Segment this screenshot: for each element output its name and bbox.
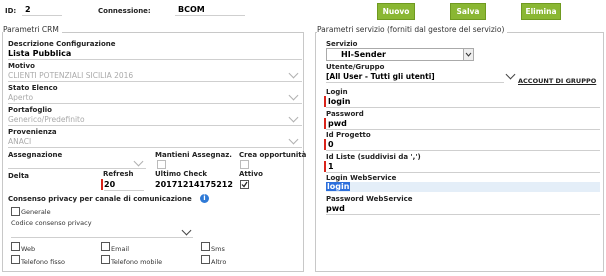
- account-di-gruppo-link[interactable]: ACCOUNT DI GRUPPO: [518, 77, 596, 85]
- caret-down-icon: [465, 52, 472, 57]
- telefono-fisso-checkbox[interactable]: [11, 255, 20, 264]
- chevron-down-icon: [288, 90, 299, 101]
- motivo-select[interactable]: CLIENTI POTENZIALI SICILIA 2016: [8, 68, 302, 82]
- descrizione-value: Lista Pubblica: [8, 49, 72, 58]
- ultimo-check-value: 20171214175212: [155, 180, 233, 189]
- required-marker: [101, 179, 103, 190]
- login-label: Login: [326, 88, 348, 96]
- login-ws-input[interactable]: login: [326, 182, 600, 192]
- attivo-label: Attivo: [239, 170, 263, 178]
- codice-select[interactable]: [11, 225, 193, 238]
- chevron-down-icon: [288, 68, 299, 79]
- servizio-select[interactable]: HI-Sender: [326, 48, 474, 61]
- stato-select[interactable]: Aperto: [8, 90, 302, 104]
- password-ws-label: Password WebService: [326, 195, 413, 203]
- crm-panel-title: Parametri CRM: [3, 25, 62, 34]
- ultimo-check-label: Ultimo Check: [155, 170, 208, 178]
- provenienza-select[interactable]: ANACI: [8, 134, 302, 148]
- password-label: Password: [326, 110, 364, 118]
- assegnazione-select[interactable]: [8, 156, 146, 169]
- sms-checkbox[interactable]: [201, 242, 210, 251]
- info-icon[interactable]: i: [200, 194, 209, 203]
- password-value: pwd: [328, 119, 347, 128]
- servizio-value: HI-Sender: [341, 50, 386, 59]
- telefono-mobile-label: Telefono mobile: [111, 258, 163, 266]
- check-icon: [241, 181, 248, 188]
- email-label: Email: [111, 245, 130, 253]
- login-value: login: [328, 97, 351, 106]
- select-arrow: [463, 49, 473, 60]
- utente-label: Utente/Gruppo: [326, 63, 385, 71]
- codice-label: Codice consenso privacy: [11, 219, 92, 227]
- chevron-down-icon: [288, 134, 299, 145]
- attivo-checkbox[interactable]: [240, 180, 249, 189]
- elimina-button[interactable]: Elimina: [521, 3, 561, 20]
- chevron-down-icon: [181, 225, 192, 236]
- telefono-fisso-label: Telefono fisso: [21, 258, 65, 266]
- id-progetto-input[interactable]: 0: [326, 139, 600, 151]
- mantieni-checkbox[interactable]: [157, 160, 166, 169]
- id-progetto-label: Id Progetto: [326, 131, 371, 139]
- provenienza-label: Provenienza: [8, 128, 57, 136]
- connessione-label: Connessione:: [98, 7, 151, 15]
- nuovo-button[interactable]: Nuovo: [377, 3, 415, 20]
- refresh-input[interactable]: 20: [104, 179, 144, 191]
- utente-value: [All User - Tutti gli utenti]: [326, 72, 435, 81]
- telefono-mobile-checkbox[interactable]: [101, 255, 110, 264]
- salva-button[interactable]: Salva: [450, 3, 486, 20]
- provenienza-value: ANACI: [8, 137, 32, 146]
- chevron-down-icon: [133, 156, 144, 167]
- servizio-label: Servizio: [326, 40, 358, 48]
- id-field[interactable]: 2: [22, 4, 62, 16]
- altro-checkbox[interactable]: [201, 255, 210, 264]
- id-liste-value: 1: [328, 162, 334, 171]
- sms-label: Sms: [211, 245, 225, 253]
- generale-label: Generale: [21, 208, 51, 216]
- stato-label: Stato Elenco: [8, 84, 58, 92]
- consenso-title: Consenso privacy per canale di comunicaz…: [8, 195, 192, 203]
- refresh-label: Refresh: [103, 170, 134, 178]
- connessione-value: BCOM: [178, 5, 205, 14]
- connessione-field[interactable]: BCOM: [175, 4, 245, 16]
- login-input[interactable]: login: [326, 96, 600, 108]
- stato-value: Aperto: [8, 93, 34, 102]
- altro-label: Altro: [211, 258, 227, 266]
- motivo-label: Motivo: [8, 62, 35, 70]
- servizio-panel-title: Parametri servizio (forniti dal gestore …: [317, 25, 508, 34]
- id-value: 2: [25, 5, 31, 14]
- login-ws-value: login: [326, 182, 351, 191]
- portafoglio-label: Portafoglio: [8, 106, 52, 114]
- generale-checkbox[interactable]: [11, 207, 20, 216]
- portafoglio-select[interactable]: Generico/Predefinito: [8, 112, 302, 126]
- chevron-down-icon: [288, 112, 299, 123]
- portafoglio-value: Generico/Predefinito: [8, 115, 85, 124]
- assegnazione-label: Assegnazione: [8, 151, 63, 159]
- login-ws-label: Login WebService: [326, 174, 397, 182]
- email-checkbox[interactable]: [101, 242, 110, 251]
- id-liste-input[interactable]: 1: [326, 161, 600, 173]
- web-label: Web: [21, 245, 36, 253]
- password-input[interactable]: pwd: [326, 118, 600, 130]
- descrizione-field[interactable]: Lista Pubblica: [8, 48, 302, 60]
- web-checkbox[interactable]: [11, 242, 20, 251]
- password-ws-value: pwd: [326, 204, 345, 213]
- crea-label: Crea opportunità: [239, 151, 307, 159]
- crea-checkbox[interactable]: [240, 160, 249, 169]
- id-liste-label: Id Liste (suddivisi da ','): [326, 153, 421, 161]
- motivo-value: CLIENTI POTENZIALI SICILIA 2016: [8, 71, 134, 80]
- id-progetto-value: 0: [328, 140, 334, 149]
- refresh-value: 20: [104, 180, 116, 189]
- delta-label: Delta: [8, 172, 30, 180]
- password-ws-input[interactable]: pwd: [326, 203, 600, 215]
- descrizione-label: Descrizione Configurazione: [8, 40, 116, 48]
- mantieni-label: Mantieni Assegnaz.: [155, 151, 232, 159]
- utente-select[interactable]: [All User - Tutti gli utenti]: [326, 71, 504, 83]
- id-label: ID:: [5, 7, 17, 15]
